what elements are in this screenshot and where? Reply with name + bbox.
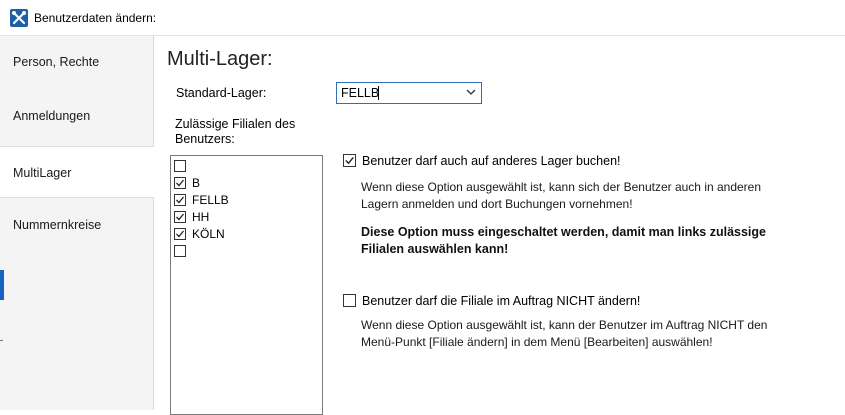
title-bar: Benutzerdaten ändern: bbox=[0, 0, 845, 36]
list-item[interactable]: FELLB bbox=[174, 192, 229, 209]
option-filiale-auftrag-desc-2: Menü-Punkt [Filiale ändern] in dem Menü … bbox=[361, 335, 713, 349]
check-icon bbox=[176, 230, 185, 238]
option-other-lager-desc-2: Lagern anmelden und dort Buchungen vorne… bbox=[361, 197, 633, 211]
list-item[interactable]: HH bbox=[174, 209, 209, 226]
check-icon bbox=[176, 179, 185, 187]
checkbox[interactable] bbox=[174, 244, 186, 257]
window-title: Benutzerdaten ändern: bbox=[34, 11, 157, 25]
list-item[interactable]: KÖLN bbox=[174, 226, 225, 243]
text-caret bbox=[378, 86, 379, 100]
list-item-label: B bbox=[192, 176, 201, 190]
option-filiale-auftrag-checkbox[interactable] bbox=[343, 294, 356, 308]
option-filiale-auftrag-desc-1: Wenn diese Option ausgewählt ist, kann d… bbox=[361, 318, 768, 332]
option-other-lager-note-1: Diese Option muss eingeschaltet werden, … bbox=[361, 225, 766, 239]
page-title: Multi-Lager: bbox=[167, 48, 273, 70]
main-panel: Multi-Lager: Standard-Lager: FELLB Zuläs… bbox=[154, 36, 845, 415]
sidebar-item-nummernkreise[interactable]: Nummernkreise bbox=[0, 199, 153, 251]
check-icon bbox=[345, 157, 354, 165]
list-item[interactable] bbox=[174, 243, 192, 260]
option-other-lager-row[interactable]: Benutzer darf auch auf anderes Lager buc… bbox=[343, 154, 621, 168]
standard-lager-combobox[interactable]: FELLB bbox=[336, 82, 482, 104]
standard-lager-value: FELLB bbox=[341, 86, 380, 100]
option-other-lager-note-2: Filialen auswählen kann! bbox=[361, 242, 509, 256]
list-item-label: KÖLN bbox=[192, 227, 225, 241]
checkbox-checked[interactable] bbox=[174, 227, 186, 240]
list-item[interactable] bbox=[174, 158, 192, 175]
option-filiale-auftrag-label: Benutzer darf die Filiale im Auftrag NIC… bbox=[362, 294, 641, 308]
option-other-lager-desc-1: Wenn diese Option ausgewählt ist, kann s… bbox=[361, 180, 762, 194]
list-item[interactable]: B bbox=[174, 175, 200, 192]
list-item-label: HH bbox=[192, 210, 210, 224]
option-filiale-auftrag-row[interactable]: Benutzer darf die Filiale im Auftrag NIC… bbox=[343, 294, 640, 308]
check-icon bbox=[176, 196, 185, 204]
checkbox[interactable] bbox=[174, 159, 186, 172]
checkbox-checked[interactable] bbox=[174, 176, 186, 189]
check-icon bbox=[176, 213, 185, 221]
standard-lager-label: Standard-Lager: bbox=[176, 86, 267, 100]
left-edge-line bbox=[0, 340, 3, 341]
left-edge-indicator bbox=[0, 270, 4, 300]
checkbox-checked[interactable] bbox=[174, 210, 186, 223]
app-tools-icon bbox=[10, 9, 28, 27]
sidebar-item-multilager[interactable]: MultiLager bbox=[0, 146, 154, 198]
chevron-down-icon[interactable] bbox=[465, 86, 477, 98]
option-other-lager-label: Benutzer darf auch auf anderes Lager buc… bbox=[362, 154, 621, 168]
filialen-listbox[interactable]: B FELLB HH KÖLN bbox=[170, 155, 323, 415]
option-other-lager-checkbox[interactable] bbox=[343, 154, 356, 168]
list-item-label: FELLB bbox=[192, 193, 229, 207]
filialen-label: Zulässige Filialen des Benutzers: bbox=[175, 117, 296, 146]
sidebar: Person, Rechte Anmeldungen MultiLager Nu… bbox=[0, 36, 154, 410]
checkbox-checked[interactable] bbox=[174, 193, 186, 206]
sidebar-item-person-rechte[interactable]: Person, Rechte bbox=[0, 36, 153, 88]
sidebar-item-anmeldungen[interactable]: Anmeldungen bbox=[0, 90, 153, 142]
